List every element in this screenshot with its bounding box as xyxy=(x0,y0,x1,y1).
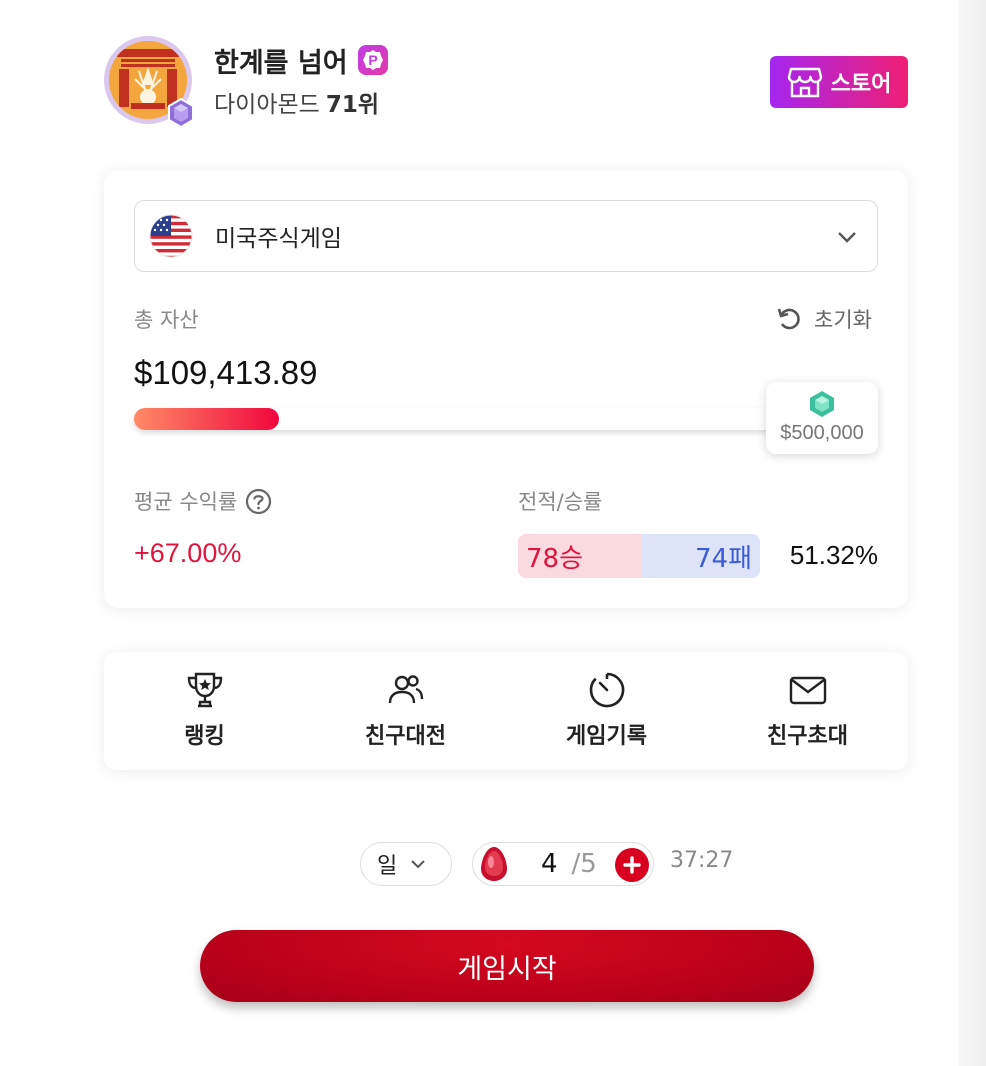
premium-badge-icon: P xyxy=(357,45,388,75)
menu-item-friend-battle[interactable]: 친구대전 xyxy=(305,652,506,770)
store-icon xyxy=(787,67,822,98)
menu-label: 친구대전 xyxy=(365,724,446,749)
nickname: 한계를 넘어 xyxy=(214,47,348,79)
reset-label: 초기화 xyxy=(814,308,872,332)
nickname-row: 한계를 넘어 P xyxy=(214,42,388,79)
diamond-tier-icon xyxy=(168,98,194,128)
market-select[interactable]: 미국주식게임 xyxy=(134,200,878,272)
menu-item-game-history[interactable]: 게임기록 xyxy=(506,652,707,770)
start-game-button[interactable]: 게임시작 xyxy=(200,930,814,1002)
rank-label: 71위 xyxy=(325,92,379,118)
store-button[interactable]: 스토어 xyxy=(770,56,908,108)
store-label: 스토어 xyxy=(830,72,892,97)
losses-segment: 74패 xyxy=(642,534,760,578)
menu-item-ranking[interactable]: 랭킹 xyxy=(104,652,305,770)
asset-progress-fill xyxy=(134,408,280,430)
add-energy-button[interactable] xyxy=(615,848,649,882)
menu-label: 랭킹 xyxy=(184,724,225,749)
wins-label: 78승 xyxy=(526,543,584,574)
profile-header: 한계를 넘어 P 다이아몬드 71위 스토어 xyxy=(104,36,908,132)
timer-icon xyxy=(589,672,624,708)
us-flag-icon xyxy=(149,214,193,258)
menu-item-invite-friend[interactable]: 친구초대 xyxy=(707,652,908,770)
total-assets-label: 총 자산 xyxy=(134,308,199,332)
market-name: 미국주식게임 xyxy=(215,226,342,252)
page-scroll-gutter xyxy=(958,0,986,1066)
asset-goal-label: $500,000 xyxy=(780,422,864,444)
help-icon[interactable] xyxy=(245,488,272,515)
wins-segment: 78승 xyxy=(518,534,643,578)
time-unit-select[interactable]: 일 xyxy=(360,842,452,886)
rank-row: 다이아몬드 71위 xyxy=(214,86,379,118)
chevron-down-icon xyxy=(411,860,425,869)
quick-menu: 랭킹 친구대전 게임기록 친구초대 xyxy=(104,652,908,770)
menu-label: 친구초대 xyxy=(767,724,848,749)
trophy-icon xyxy=(187,672,222,708)
menu-label: 게임기록 xyxy=(566,724,647,749)
chevron-down-icon xyxy=(838,232,856,243)
emerald-gem-icon xyxy=(810,391,834,417)
time-unit-label: 일 xyxy=(377,854,398,879)
energy-counter: 4 /5 xyxy=(472,842,654,886)
plus-icon xyxy=(623,856,641,874)
mail-icon xyxy=(789,676,826,705)
reset-button[interactable]: 초기화 xyxy=(776,304,872,334)
tier-label: 다이아몬드 xyxy=(214,92,320,118)
asset-goal-badge: $500,000 xyxy=(766,382,878,454)
avatar[interactable] xyxy=(104,36,196,128)
total-assets-value: $109,413.89 xyxy=(134,354,318,391)
reset-icon xyxy=(777,308,800,330)
energy-current: 4 xyxy=(541,849,558,879)
win-rate: 51.32% xyxy=(789,540,878,570)
asset-card: 미국주식게임 총 자산 초기화 $109,413.89 $500,000 평균 … xyxy=(104,170,908,608)
red-egg-icon xyxy=(481,847,507,881)
record-bar: 78승 74패 xyxy=(518,534,760,578)
energy-timer: 37:27 xyxy=(670,848,734,873)
record-label: 전적/승률 xyxy=(518,490,603,514)
avg-return-value: +67.00% xyxy=(134,538,242,568)
avg-return-label-row: 평균 수익률 xyxy=(134,486,272,516)
start-game-label: 게임시작 xyxy=(457,953,557,985)
energy-max: /5 xyxy=(571,849,597,879)
avg-return-label: 평균 수익률 xyxy=(134,490,238,514)
asset-progress-track xyxy=(134,408,794,430)
premium-badge-letter: P xyxy=(368,52,377,68)
losses-label: 74패 xyxy=(694,543,752,574)
friends-icon xyxy=(388,675,423,704)
